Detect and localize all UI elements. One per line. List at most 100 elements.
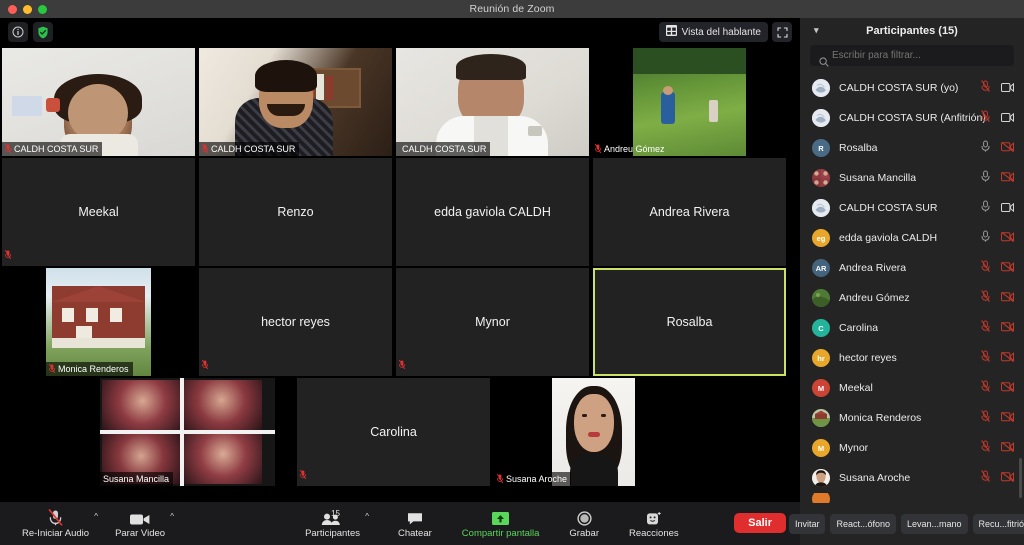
video-off-icon[interactable]: [1001, 259, 1014, 277]
mic-on-icon[interactable]: [981, 229, 990, 247]
participant-row[interactable]: M Mynor: [800, 433, 1024, 463]
participant-row[interactable]: Monica Renderos: [800, 403, 1024, 433]
participant-row[interactable]: Susana Mancilla: [800, 163, 1024, 193]
toolbar-audio-label: Re-Iniciar Audio: [22, 527, 90, 539]
participant-status-icons: [981, 223, 1014, 253]
meeting-stage: Vista del hablante CALDH COSTA SUR CALDH…: [0, 18, 800, 502]
mic-muted-icon[interactable]: [981, 259, 990, 277]
participant-row[interactable]: CALDH COSTA SUR (yo): [800, 73, 1024, 103]
toolbar-share-button[interactable]: Compartir pantalla: [462, 502, 539, 545]
participants-list[interactable]: CALDH COSTA SUR (yo) CALDH COSTA SUR (An…: [800, 73, 1024, 513]
mic-muted-icon[interactable]: [981, 109, 990, 127]
fullscreen-icon[interactable]: [772, 22, 792, 42]
video-on-icon[interactable]: [1001, 109, 1014, 127]
participants-search: [800, 43, 1024, 72]
tile-name-label: Monica Renderos: [58, 364, 129, 374]
participants-panel-header: ▾ Participantes (15): [800, 18, 1024, 43]
video-tile[interactable]: Andrea Rivera: [593, 158, 786, 266]
toolbar-video-button[interactable]: Parar Video ^: [115, 502, 174, 545]
tile-name-label: hector reyes: [261, 315, 330, 329]
toolbar-chat-button[interactable]: Chatear: [398, 502, 432, 545]
tile-name-label: edda gaviola CALDH: [434, 205, 551, 219]
video-off-icon[interactable]: [1001, 289, 1014, 307]
mic-muted-icon[interactable]: [981, 79, 990, 97]
video-tile[interactable]: Monica Renderos: [2, 268, 195, 376]
video-tile[interactable]: CALDH COSTA SUR: [396, 48, 589, 156]
video-tile-active-speaker[interactable]: Rosalba: [593, 268, 786, 376]
reactions-mic-button[interactable]: React...ófono: [830, 514, 896, 534]
video-off-icon[interactable]: [1001, 169, 1014, 187]
participant-row[interactable]: AR Andrea Rivera: [800, 253, 1024, 283]
mic-muted-icon[interactable]: [981, 319, 990, 337]
video-tile[interactable]: CALDH COSTA SUR: [2, 48, 195, 156]
video-off-icon[interactable]: [1001, 319, 1014, 337]
video-tile[interactable]: hector reyes: [199, 268, 392, 376]
video-tile[interactable]: Mynor: [396, 268, 589, 376]
participant-row[interactable]: Andreu Gómez: [800, 283, 1024, 313]
video-tile[interactable]: Carolina: [297, 378, 490, 486]
video-off-icon[interactable]: [1001, 409, 1014, 427]
video-off-icon[interactable]: [1001, 439, 1014, 457]
chevron-up-icon[interactable]: ^: [170, 512, 174, 521]
tile-name-label: CALDH COSTA SUR: [211, 144, 296, 154]
participant-row[interactable]: C Carolina: [800, 313, 1024, 343]
leave-meeting-button[interactable]: Salir: [734, 513, 786, 533]
participant-status-icons: [981, 253, 1014, 283]
mic-muted-icon[interactable]: [981, 439, 990, 457]
video-off-icon[interactable]: [1001, 379, 1014, 397]
view-mode-button[interactable]: Vista del hablante: [658, 22, 768, 42]
toolbar-record-button[interactable]: Grabar: [569, 502, 599, 545]
chevron-up-icon[interactable]: ^: [94, 512, 98, 521]
video-tile[interactable]: Renzo: [199, 158, 392, 266]
participant-row[interactable]: Susana Aroche: [800, 463, 1024, 493]
raise-hand-button[interactable]: Levan...mano: [901, 514, 968, 534]
video-off-icon[interactable]: [1001, 469, 1014, 487]
video-on-icon[interactable]: [1001, 79, 1014, 97]
participant-row[interactable]: eg edda gaviola CALDH: [800, 223, 1024, 253]
search-input[interactable]: [810, 45, 1014, 66]
mic-muted-icon: [48, 363, 56, 375]
video-tile[interactable]: Susana Mancilla: [100, 378, 293, 486]
participant-status-icons: [981, 403, 1014, 433]
participants-count-badge: 15: [331, 509, 340, 518]
mic-muted-icon: [496, 473, 504, 485]
video-tile[interactable]: edda gaviola CALDH: [396, 158, 589, 266]
invite-button[interactable]: Invitar: [788, 514, 826, 534]
search-icon: [819, 54, 829, 72]
avatar-initials: C: [818, 323, 824, 333]
participant-row[interactable]: M Meekal: [800, 373, 1024, 403]
participant-name: Andrea Rivera: [839, 262, 907, 274]
participants-scrollbar[interactable]: [1019, 458, 1022, 498]
participant-row[interactable]: CALDH COSTA SUR: [800, 193, 1024, 223]
mic-on-icon[interactable]: [981, 139, 990, 157]
participant-row[interactable]: hr hector reyes: [800, 343, 1024, 373]
video-tile[interactable]: Andreu Gómez: [593, 48, 786, 156]
video-off-icon[interactable]: [1001, 139, 1014, 157]
mic-muted-icon[interactable]: [981, 349, 990, 367]
mic-on-icon[interactable]: [981, 169, 990, 187]
participant-row[interactable]: R Rosalba: [800, 133, 1024, 163]
participant-name: Andreu Gómez: [839, 292, 910, 304]
participant-status-icons: [981, 163, 1014, 193]
mic-muted-icon[interactable]: [981, 379, 990, 397]
toolbar-participants-button[interactable]: 15 Participantes ^: [305, 502, 369, 545]
chevron-down-icon[interactable]: ▾: [814, 25, 819, 36]
avatar: R: [812, 139, 830, 157]
toolbar-reactions-button[interactable]: Reacciones: [629, 502, 679, 545]
video-off-icon[interactable]: [1001, 229, 1014, 247]
info-icon[interactable]: [8, 22, 28, 42]
video-on-icon[interactable]: [1001, 199, 1014, 217]
reclaim-host-button[interactable]: Recu...fitrión: [972, 514, 1024, 534]
mic-muted-icon[interactable]: [981, 409, 990, 427]
shield-check-icon[interactable]: [33, 22, 53, 42]
mic-on-icon[interactable]: [981, 199, 990, 217]
video-tile[interactable]: Meekal: [2, 158, 195, 266]
mic-muted-icon[interactable]: [981, 289, 990, 307]
chevron-up-icon[interactable]: ^: [365, 512, 369, 521]
participant-row[interactable]: CALDH COSTA SUR (Anfitrión): [800, 103, 1024, 133]
video-tile[interactable]: Susana Aroche: [494, 378, 687, 486]
toolbar-audio-button[interactable]: Re-Iniciar Audio ^: [22, 502, 98, 545]
video-tile[interactable]: CALDH COSTA SUR: [199, 48, 392, 156]
video-off-icon[interactable]: [1001, 349, 1014, 367]
mic-muted-icon[interactable]: [981, 469, 990, 487]
